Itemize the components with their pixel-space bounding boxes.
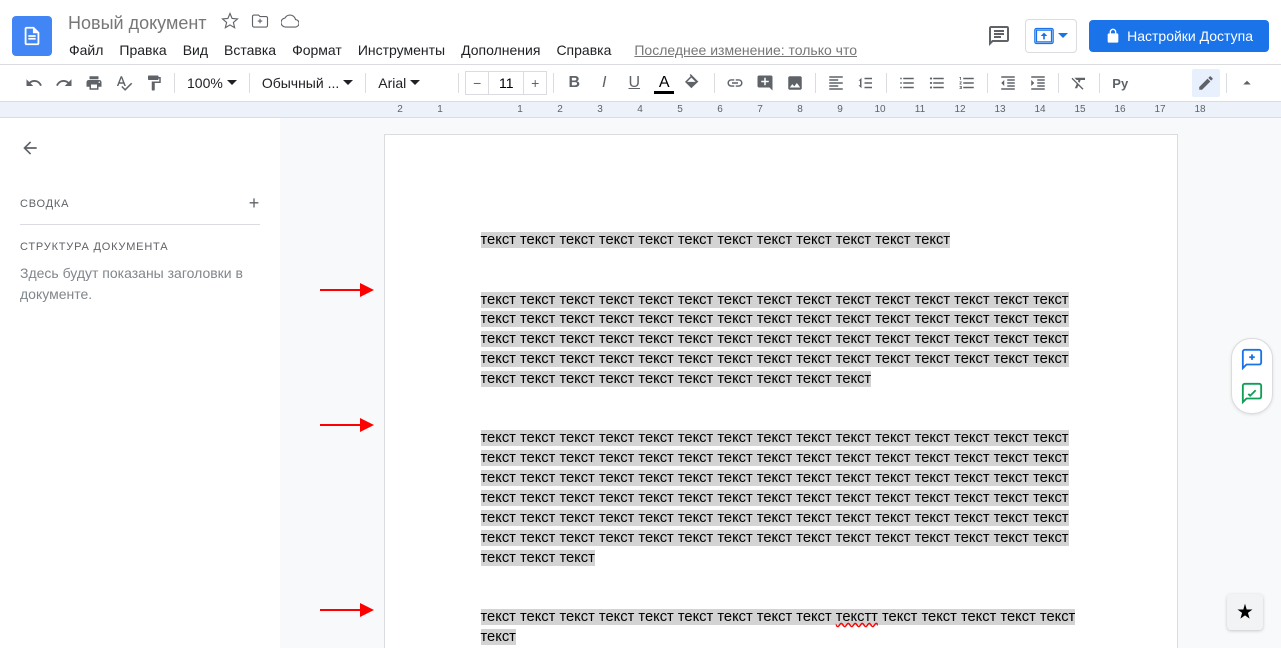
app-header: Новый документ Файл Правка Вид Вставка Ф… bbox=[0, 0, 1281, 64]
outline-label: СТРУКТУРА ДОКУМЕНТА bbox=[20, 225, 260, 263]
suggest-edit-floating-icon[interactable] bbox=[1238, 379, 1266, 407]
line-spacing-button[interactable] bbox=[852, 69, 880, 97]
star-icon[interactable] bbox=[221, 12, 239, 35]
hide-menus-button[interactable] bbox=[1233, 69, 1261, 97]
share-button[interactable]: Настройки Доступа bbox=[1089, 20, 1269, 52]
indent-decrease-button[interactable] bbox=[994, 69, 1022, 97]
menu-file[interactable]: Файл bbox=[62, 38, 110, 62]
annotation-arrow-1 bbox=[320, 283, 374, 297]
paragraph-3[interactable]: текст текст текст текст текст текст текс… bbox=[481, 430, 1069, 565]
italic-button[interactable]: I bbox=[590, 69, 618, 97]
annotation-arrow-2 bbox=[320, 418, 374, 432]
numbered-list-button[interactable] bbox=[953, 69, 981, 97]
present-button[interactable] bbox=[1025, 19, 1077, 53]
indent-increase-button[interactable] bbox=[1024, 69, 1052, 97]
annotation-arrow-3 bbox=[320, 603, 374, 617]
share-label: Настройки Доступа bbox=[1127, 28, 1253, 44]
align-button[interactable] bbox=[822, 69, 850, 97]
menu-tools[interactable]: Инструменты bbox=[351, 38, 452, 62]
underline-button[interactable]: U bbox=[620, 69, 648, 97]
menu-view[interactable]: Вид bbox=[176, 38, 215, 62]
floating-comment-panel bbox=[1231, 338, 1273, 414]
insert-link-button[interactable] bbox=[721, 69, 749, 97]
undo-button[interactable] bbox=[20, 69, 48, 97]
highlight-color-button[interactable] bbox=[680, 69, 708, 97]
insert-image-button[interactable] bbox=[781, 69, 809, 97]
redo-button[interactable] bbox=[50, 69, 78, 97]
add-summary-icon[interactable]: + bbox=[249, 193, 260, 214]
input-tools-button[interactable]: Ру bbox=[1106, 69, 1134, 97]
bullet-list-button[interactable] bbox=[923, 69, 951, 97]
font-size-control: − + bbox=[465, 71, 547, 95]
spellcheck-button[interactable] bbox=[110, 69, 138, 97]
back-arrow-icon[interactable] bbox=[20, 138, 260, 163]
title-area: Новый документ Файл Правка Вид Вставка Ф… bbox=[62, 11, 985, 62]
editing-mode-button[interactable] bbox=[1192, 69, 1220, 97]
cloud-icon[interactable] bbox=[281, 12, 299, 35]
outline-sidebar: СВОДКА + СТРУКТУРА ДОКУМЕНТА Здесь будут… bbox=[0, 118, 280, 648]
text-color-button[interactable]: A bbox=[650, 69, 678, 97]
font-size-decrease[interactable]: − bbox=[465, 71, 489, 95]
docs-logo[interactable] bbox=[12, 16, 52, 56]
menu-insert[interactable]: Вставка bbox=[217, 38, 283, 62]
paragraph-4[interactable]: текст текст текст текст текст текст текс… bbox=[481, 609, 1076, 645]
zoom-select[interactable]: 100% bbox=[181, 71, 243, 95]
clear-formatting-button[interactable] bbox=[1065, 69, 1093, 97]
menu-format[interactable]: Формат bbox=[285, 38, 349, 62]
move-icon[interactable] bbox=[251, 12, 269, 35]
last-edit-link[interactable]: Последнее изменение: только что bbox=[634, 42, 857, 58]
checklist-button[interactable] bbox=[893, 69, 921, 97]
document-canvas[interactable]: текст текст текст текст текст текст текс… bbox=[280, 118, 1281, 648]
font-size-increase[interactable]: + bbox=[523, 71, 547, 95]
add-comment-floating-icon[interactable] bbox=[1238, 345, 1266, 373]
menu-addons[interactable]: Дополнения bbox=[454, 38, 547, 62]
paragraph-2[interactable]: текст текст текст текст текст текст текс… bbox=[481, 292, 1069, 387]
outline-placeholder: Здесь будут показаны заголовки в докумен… bbox=[20, 263, 260, 305]
toolbar: 100% Обычный ... Arial − + B I U A Ру bbox=[0, 64, 1281, 102]
font-size-input[interactable] bbox=[489, 71, 523, 95]
bold-button[interactable]: B bbox=[560, 69, 588, 97]
summary-label: СВОДКА bbox=[20, 198, 69, 210]
explore-button[interactable] bbox=[1227, 594, 1263, 630]
menu-bar: Файл Правка Вид Вставка Формат Инструмен… bbox=[62, 38, 985, 62]
document-page[interactable]: текст текст текст текст текст текст текс… bbox=[384, 134, 1178, 648]
comments-button[interactable] bbox=[985, 22, 1013, 50]
menu-edit[interactable]: Правка bbox=[112, 38, 173, 62]
document-title[interactable]: Новый документ bbox=[62, 11, 213, 36]
paragraph-1[interactable]: текст текст текст текст текст текст текс… bbox=[481, 232, 951, 248]
menu-help[interactable]: Справка bbox=[549, 38, 618, 62]
paint-format-button[interactable] bbox=[140, 69, 168, 97]
ruler[interactable]: 21123456789101112131415161718 bbox=[0, 102, 1281, 118]
add-comment-button[interactable] bbox=[751, 69, 779, 97]
font-select[interactable]: Arial bbox=[372, 71, 452, 95]
print-button[interactable] bbox=[80, 69, 108, 97]
style-select[interactable]: Обычный ... bbox=[256, 71, 359, 95]
